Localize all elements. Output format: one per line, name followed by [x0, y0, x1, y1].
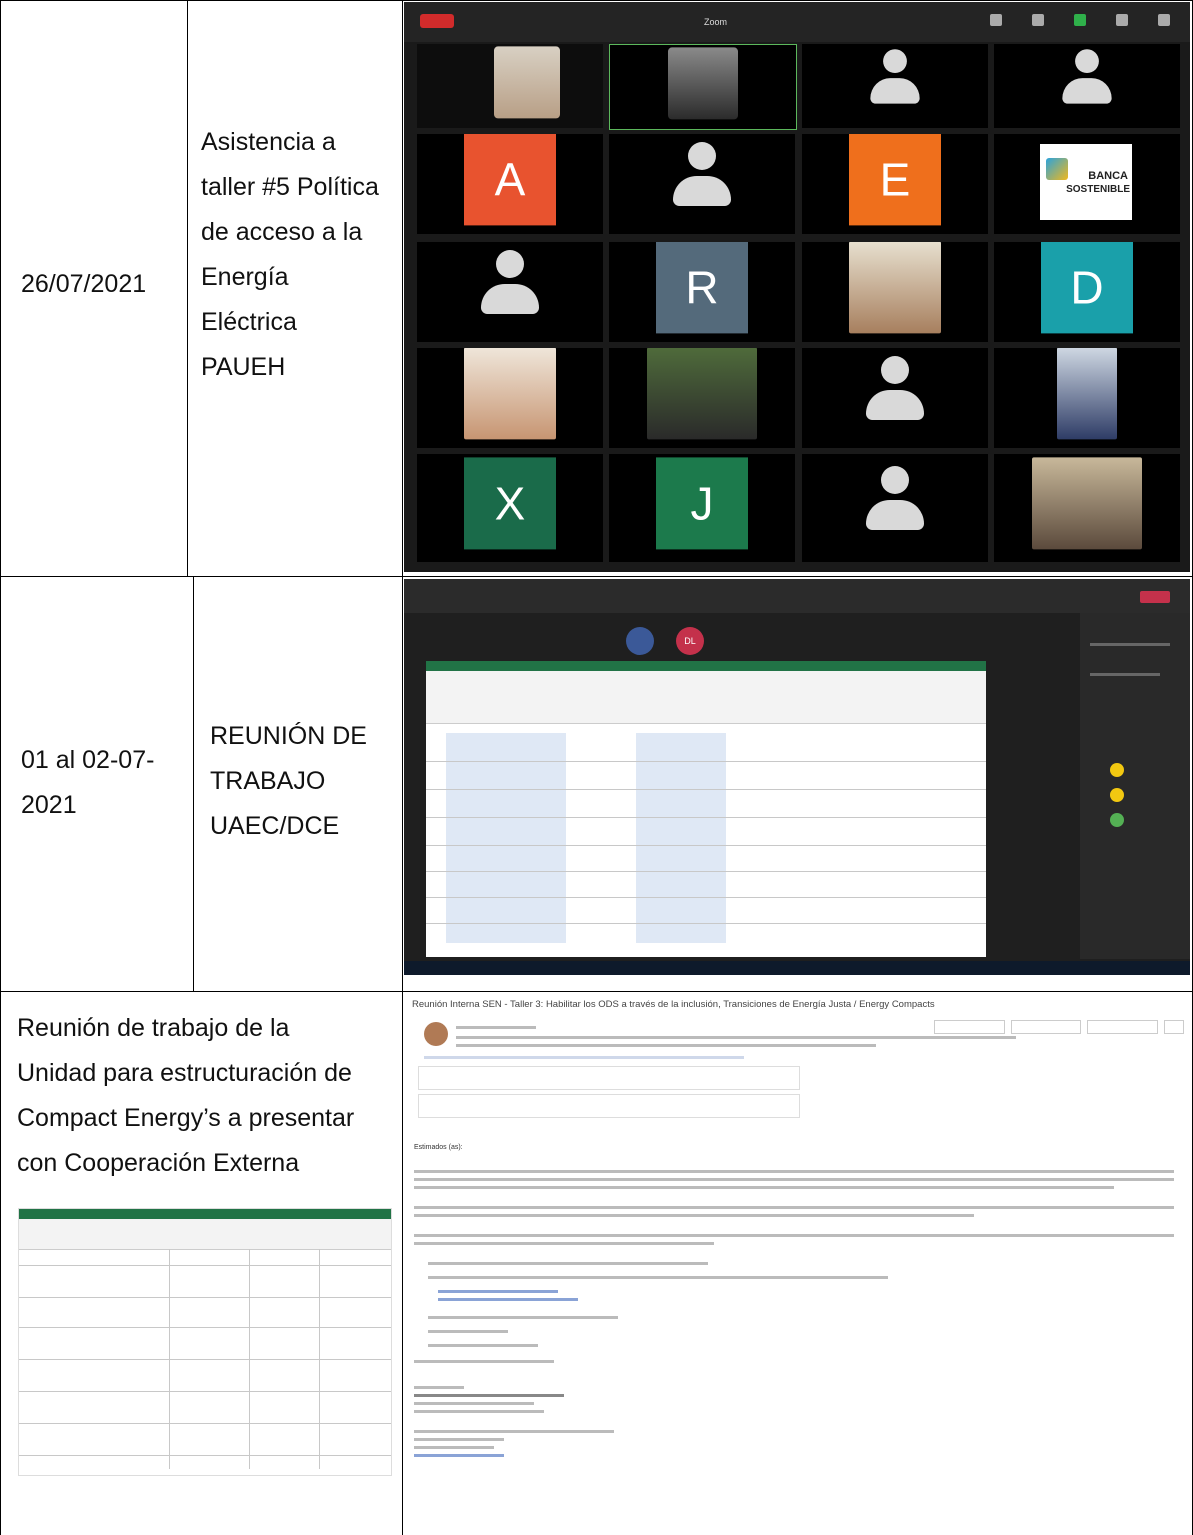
- row-divider-1: [0, 576, 1193, 577]
- chat-panel: [1080, 613, 1190, 959]
- participant-photo: [464, 348, 556, 440]
- participant-tile: [994, 454, 1180, 562]
- participant-tile: E: [802, 134, 988, 234]
- participant-tile: [802, 44, 988, 128]
- row2-date-line: 01 al 02-07-: [21, 746, 155, 774]
- participant-photo: [1057, 348, 1117, 440]
- participant-tile: [802, 454, 988, 562]
- row2-date-line: 2021: [21, 791, 77, 819]
- avatar: X: [464, 457, 556, 550]
- participant-photo: [668, 47, 738, 120]
- row3-activity-line: Compact Energy’s a presentar: [17, 1104, 355, 1132]
- row1-activity-line: de acceso a la: [201, 218, 363, 246]
- row-divider-2: [0, 991, 1193, 992]
- row2-activity-line: UAEC/DCE: [210, 812, 340, 840]
- row3-activity: Reunión de trabajo de la Unidad para est…: [17, 1006, 397, 1186]
- person-icon: [667, 142, 737, 212]
- avatar: R: [656, 242, 748, 334]
- row2-activity-line: REUNIÓN DE: [210, 722, 367, 750]
- participant-tile: [609, 134, 795, 234]
- participant-tile: [802, 348, 988, 448]
- row2-date: 01 al 02-07- 2021: [21, 738, 154, 828]
- participant-photo: [849, 242, 941, 334]
- email-screenshot: Reunión Interna SEN - Taller 3: Habilita…: [404, 994, 1190, 1534]
- participant-badge: DL: [676, 627, 704, 655]
- person-icon: [860, 356, 930, 426]
- email-greeting: Estimados (as):: [414, 1144, 463, 1151]
- participant-tile: R: [609, 242, 795, 342]
- taskbar: [404, 961, 1190, 975]
- attachment: [418, 1066, 800, 1090]
- participant-tile: [994, 348, 1180, 448]
- participant-tile: A: [417, 134, 603, 234]
- person-icon: [860, 466, 930, 536]
- participant-tile: [994, 44, 1180, 128]
- participant-tile: X: [417, 454, 603, 562]
- row1-activity-line: Eléctrica: [201, 308, 297, 336]
- row3-activity-line: Unidad para estructuración de: [17, 1059, 352, 1087]
- banca-sostenible-logo: BANCA SOSTENIBLE: [1040, 144, 1132, 220]
- table-border-left: [0, 0, 1, 1535]
- col-divider-main: [402, 0, 403, 1535]
- avatar: D: [1041, 242, 1133, 334]
- participant-photo: [647, 348, 757, 440]
- participant-photo: [494, 46, 560, 119]
- row1-date: 26/07/2021: [21, 270, 147, 298]
- avatar: A: [464, 134, 556, 226]
- leave-button: [420, 14, 454, 28]
- participant-photo: [1032, 457, 1142, 550]
- participant-tile: D: [994, 242, 1180, 342]
- zoom-title: Zoom: [704, 17, 728, 27]
- zoom-toolbar: Zoom: [404, 2, 1190, 42]
- logo-text: BANCA: [1088, 170, 1128, 182]
- person-icon: [1057, 49, 1117, 109]
- participant-tile: [417, 242, 603, 342]
- row1-activity-line: taller #5 Política: [201, 173, 379, 201]
- zoom-gallery-screenshot: Zoom A E BANCA SOSTENIBLE R D X J: [404, 2, 1190, 572]
- person-icon: [865, 49, 925, 109]
- row2-activity-line: TRABAJO: [210, 767, 326, 795]
- reply-buttons: [934, 1020, 1185, 1034]
- participant-tile: J: [609, 454, 795, 562]
- shared-spreadsheet: [426, 661, 986, 957]
- spreadsheet-highlight: [636, 733, 726, 943]
- row3-activity-line: con Cooperación Externa: [17, 1149, 300, 1177]
- row1-activity-line: Asistencia a: [201, 128, 336, 156]
- sender-avatar: [424, 1022, 448, 1046]
- participant-tile: [417, 44, 603, 128]
- row1-activity-line: PAUEH: [201, 353, 286, 381]
- participant-tile: [802, 242, 988, 342]
- participant-tile: [417, 348, 603, 448]
- table-border-top: [0, 0, 1193, 1]
- row1-activity: Asistencia a taller #5 Política de acces…: [201, 120, 396, 390]
- col-divider-row2: [193, 576, 194, 991]
- participant-tile: BANCA SOSTENIBLE: [994, 134, 1180, 234]
- row3-activity-line: Reunión de trabajo de la: [17, 1014, 290, 1042]
- row2-activity: REUNIÓN DE TRABAJO UAEC/DCE: [210, 714, 367, 849]
- teams-toolbar: [404, 579, 1190, 613]
- email-subject: Reunión Interna SEN - Taller 3: Habilita…: [412, 999, 935, 1010]
- spreadsheet-screenshot: [18, 1208, 392, 1476]
- col-divider-row1: [187, 0, 188, 576]
- participant-tile: [609, 44, 797, 130]
- logo-text: SOSTENIBLE: [1066, 184, 1130, 195]
- participant-tile: [609, 348, 795, 448]
- avatar: J: [656, 457, 748, 550]
- person-icon: [475, 250, 545, 320]
- participant-avatar: [626, 627, 654, 655]
- teams-meeting-screenshot: DL: [404, 579, 1190, 975]
- avatar: E: [849, 134, 941, 226]
- toolbar-icons: [990, 14, 1170, 28]
- spreadsheet-highlight: [446, 733, 566, 943]
- row1-activity-line: Energía: [201, 263, 289, 291]
- attachment: [418, 1094, 800, 1118]
